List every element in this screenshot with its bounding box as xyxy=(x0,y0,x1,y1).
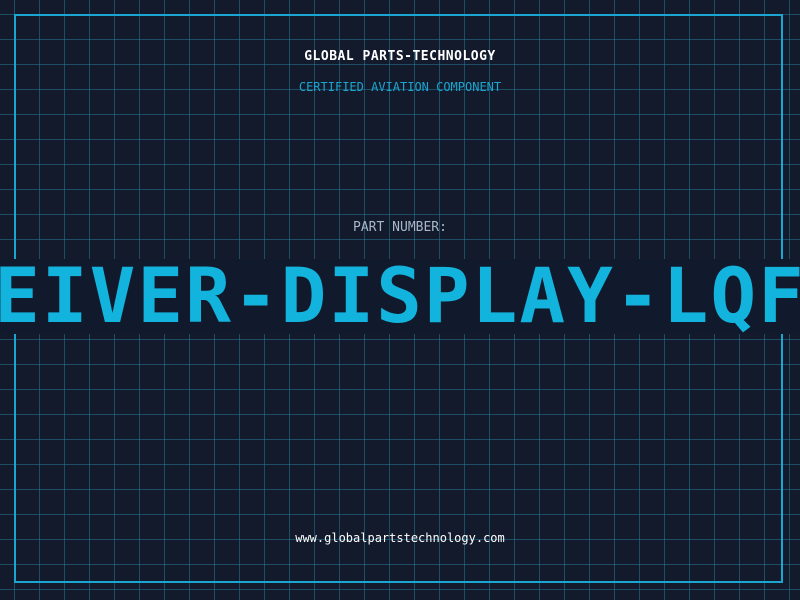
part-number-label: PART NUMBER: xyxy=(353,220,447,235)
tagline: CERTIFIED AVIATION COMPONENT xyxy=(298,80,502,94)
company-name: GLOBAL PARTS-TECHNOLOGY xyxy=(304,49,496,64)
website-url: www.globalpartstechnology.com xyxy=(295,531,505,545)
part-number-band: CEIVER-DISPLAY-LQFP xyxy=(0,259,800,334)
banner-canvas: GLOBAL PARTS-TECHNOLOGY CERTIFIED AVIATI… xyxy=(0,0,800,600)
part-number-value: CEIVER-DISPLAY-LQFP xyxy=(0,259,800,334)
